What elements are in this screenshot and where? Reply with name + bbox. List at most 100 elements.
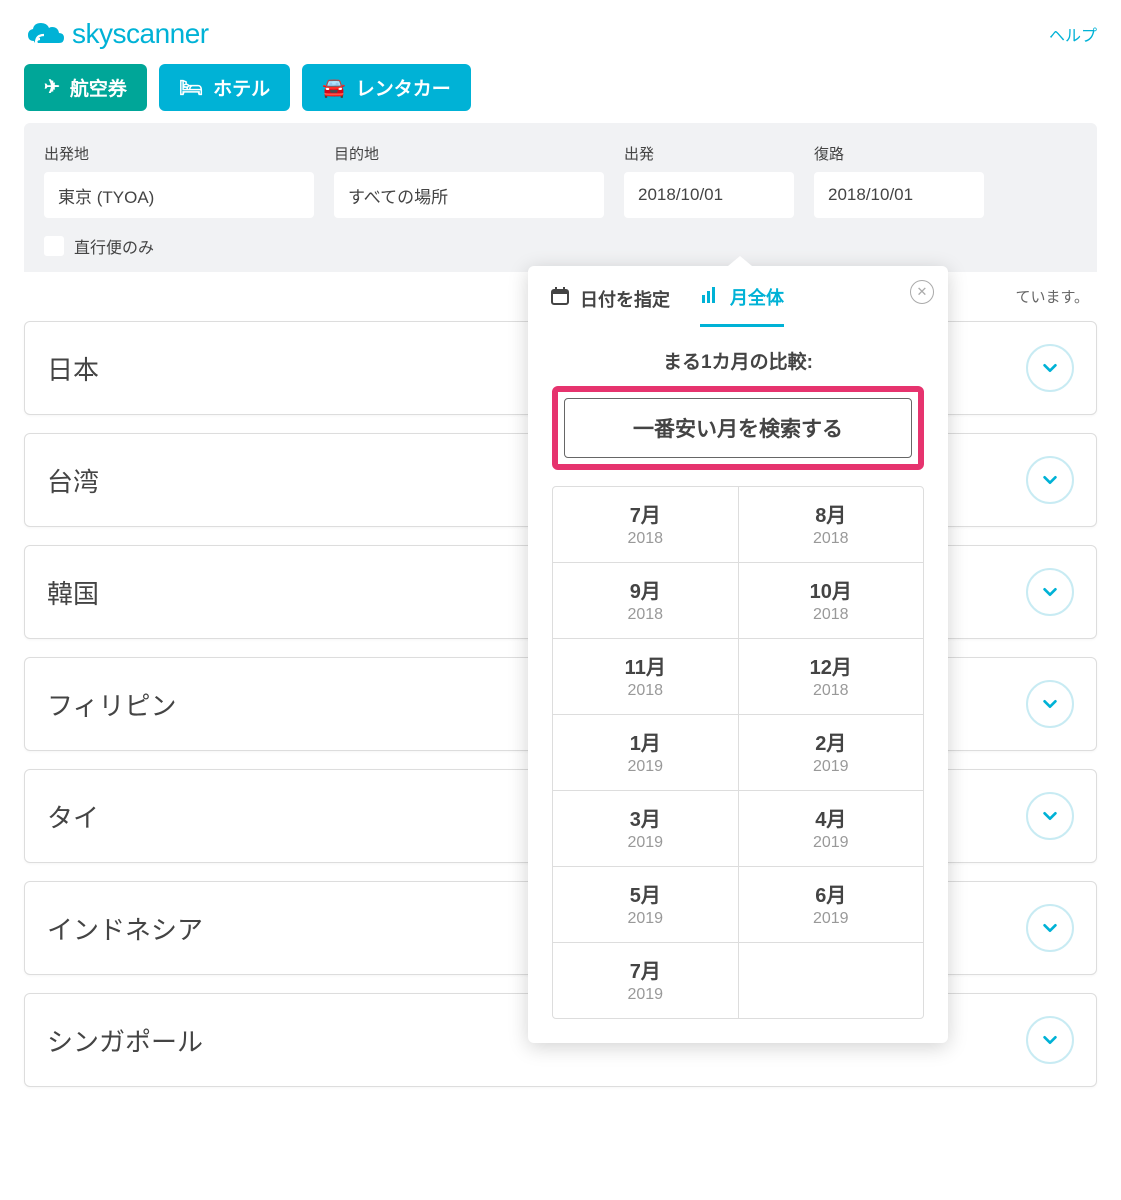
popover-tab-whole-month[interactable]: 月全体 — [700, 284, 784, 327]
bar-chart-icon — [700, 285, 720, 310]
header: skyscanner ヘルプ — [0, 0, 1121, 64]
month-cell[interactable]: 11月 2018 — [553, 639, 739, 715]
month-cell[interactable]: 3月 2019 — [553, 791, 739, 867]
month-cell[interactable]: 6月 2019 — [739, 867, 924, 943]
month-cell[interactable]: 10月 2018 — [739, 563, 924, 639]
month-year: 2019 — [749, 910, 914, 928]
cheapest-month-button[interactable]: 一番安い月を検索する — [564, 398, 912, 458]
popover-body: まる1カ月の比較: 一番安い月を検索する 7月20188月20189月20181… — [528, 327, 948, 1043]
month-cell[interactable]: 5月 2019 — [553, 867, 739, 943]
month-name: 1月 — [563, 727, 728, 756]
month-year: 2019 — [563, 910, 728, 928]
month-name: 6月 — [749, 879, 914, 908]
result-name: 日本 — [47, 350, 99, 387]
month-name: 2月 — [749, 727, 914, 756]
month-cell[interactable]: 8月 2018 — [739, 487, 924, 563]
help-link[interactable]: ヘルプ — [1049, 22, 1097, 46]
tab-flights[interactable]: ✈ 航空券 — [24, 64, 147, 111]
popover-tab-label: 日付を指定 — [580, 286, 670, 312]
logo[interactable]: skyscanner — [24, 18, 209, 50]
calendar-icon — [550, 286, 570, 311]
month-year: 2018 — [563, 530, 728, 548]
to-label: 目的地 — [334, 143, 604, 164]
month-year: 2019 — [749, 834, 914, 852]
month-year: 2018 — [563, 606, 728, 624]
result-name: シンガポール — [47, 1022, 203, 1059]
field-from: 出発地 — [44, 143, 314, 218]
month-year: 2018 — [563, 682, 728, 700]
chevron-down-icon — [1041, 583, 1059, 601]
from-input[interactable] — [44, 172, 314, 218]
month-name: 3月 — [563, 803, 728, 832]
month-name: 12月 — [749, 651, 914, 680]
month-year: 2018 — [749, 530, 914, 548]
car-icon: 🚘 — [322, 76, 346, 100]
result-name: インドネシア — [47, 910, 203, 947]
month-cell[interactable]: 1月 2019 — [553, 715, 739, 791]
month-year: 2019 — [563, 986, 728, 1004]
field-to: 目的地 — [334, 143, 604, 218]
logo-text: skyscanner — [72, 18, 209, 50]
popover-arrow — [728, 256, 752, 266]
expand-button[interactable] — [1026, 568, 1074, 616]
month-name: 8月 — [749, 499, 914, 528]
highlight-box: 一番安い月を検索する — [552, 386, 924, 470]
month-year: 2018 — [749, 606, 914, 624]
month-year: 2019 — [563, 834, 728, 852]
search-panel: 出発地 目的地 出発 復路 直行便のみ — [24, 123, 1097, 272]
tab-label: レンタカー — [356, 74, 451, 101]
month-cell[interactable]: 7月 2018 — [553, 487, 739, 563]
airplane-icon: ✈ — [44, 76, 60, 99]
month-cell[interactable]: 7月 2019 — [553, 943, 739, 1018]
month-name: 9月 — [563, 575, 728, 604]
month-grid: 7月20188月20189月201810月201811月201812月20181… — [552, 486, 924, 1019]
bed-icon: 🛏 — [179, 76, 203, 100]
result-name: 台湾 — [47, 462, 99, 499]
expand-button[interactable] — [1026, 680, 1074, 728]
direct-only-label: 直行便のみ — [74, 234, 154, 258]
month-cell[interactable]: 9月 2018 — [553, 563, 739, 639]
direct-only-checkbox[interactable] — [44, 236, 64, 256]
tab-label: 航空券 — [70, 74, 127, 101]
month-cell[interactable]: 2月 2019 — [739, 715, 924, 791]
result-name: 韓国 — [47, 574, 99, 611]
month-name: 10月 — [749, 575, 914, 604]
popover-header: 日付を指定 月全体 ✕ — [528, 266, 948, 327]
close-icon[interactable]: ✕ — [910, 280, 934, 304]
month-cell[interactable]: 4月 2019 — [739, 791, 924, 867]
chevron-down-icon — [1041, 471, 1059, 489]
tab-label: ホテル — [213, 74, 270, 101]
cloud-signal-icon — [24, 19, 66, 49]
to-input[interactable] — [334, 172, 604, 218]
depart-label: 出発 — [624, 143, 794, 164]
month-year: 2018 — [749, 682, 914, 700]
month-year: 2019 — [749, 758, 914, 776]
field-return: 復路 — [814, 143, 984, 218]
month-name: 7月 — [563, 955, 728, 984]
month-year: 2019 — [563, 758, 728, 776]
chevron-down-icon — [1041, 807, 1059, 825]
month-name: 11月 — [563, 651, 728, 680]
return-label: 復路 — [814, 143, 984, 164]
month-name: 5月 — [563, 879, 728, 908]
expand-button[interactable] — [1026, 344, 1074, 392]
expand-button[interactable] — [1026, 456, 1074, 504]
chevron-down-icon — [1041, 359, 1059, 377]
result-name: フィリピン — [47, 686, 176, 723]
month-cell[interactable]: 12月 2018 — [739, 639, 924, 715]
direct-only-row: 直行便のみ — [44, 234, 1077, 258]
expand-button[interactable] — [1026, 904, 1074, 952]
expand-button[interactable] — [1026, 792, 1074, 840]
popover-tab-specific-date[interactable]: 日付を指定 — [550, 286, 670, 326]
month-name: 7月 — [563, 499, 728, 528]
tab-cars[interactable]: 🚘 レンタカー — [302, 64, 471, 111]
tab-hotels[interactable]: 🛏 ホテル — [159, 64, 290, 111]
compare-title: まる1カ月の比較: — [552, 347, 924, 374]
expand-button[interactable] — [1026, 1016, 1074, 1064]
depart-input[interactable] — [624, 172, 794, 218]
chevron-down-icon — [1041, 919, 1059, 937]
field-depart: 出発 — [624, 143, 794, 218]
return-input[interactable] — [814, 172, 984, 218]
date-popover: 日付を指定 月全体 ✕ まる1カ月の比較: 一番安い月を検索する 7月20188… — [528, 266, 948, 1043]
month-name: 4月 — [749, 803, 914, 832]
